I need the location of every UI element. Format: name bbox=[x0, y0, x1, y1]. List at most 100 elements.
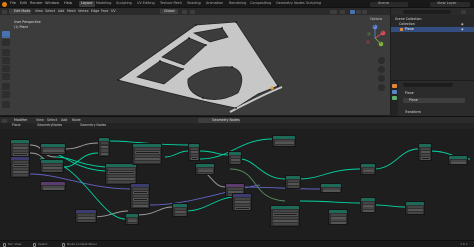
node-socket-row[interactable] bbox=[234, 201, 250, 204]
camera-view-icon[interactable] bbox=[378, 75, 385, 82]
tab-geometry-nodes[interactable]: Geometry Nodes bbox=[276, 1, 305, 5]
node[interactable] bbox=[448, 155, 468, 165]
shading-material-icon[interactable] bbox=[356, 9, 361, 14]
node-socket-row[interactable] bbox=[190, 157, 198, 160]
node-socket-row[interactable] bbox=[234, 207, 250, 210]
tab-data-icon[interactable] bbox=[392, 96, 397, 100]
filter-icon[interactable] bbox=[461, 9, 466, 14]
node-socket-row[interactable] bbox=[362, 170, 374, 173]
tab-compositing[interactable]: Compositing bbox=[250, 1, 271, 5]
tab-sculpting[interactable]: Sculpting bbox=[116, 1, 132, 5]
editor-type-icon[interactable] bbox=[2, 118, 7, 123]
menu-add[interactable]: Add bbox=[58, 9, 64, 13]
node-header[interactable] bbox=[226, 184, 244, 187]
menu-render[interactable]: Render bbox=[30, 1, 43, 6]
node-header[interactable] bbox=[11, 140, 29, 143]
node-header[interactable] bbox=[131, 184, 149, 187]
node-header[interactable] bbox=[419, 144, 431, 147]
node[interactable] bbox=[360, 163, 376, 175]
node-socket-row[interactable] bbox=[100, 145, 108, 149]
node-socket-row[interactable] bbox=[100, 152, 108, 156]
node-socket-row[interactable] bbox=[127, 220, 137, 223]
menu-view[interactable]: View bbox=[35, 9, 43, 13]
node[interactable] bbox=[10, 156, 30, 178]
node[interactable] bbox=[188, 143, 200, 161]
node-socket-row[interactable] bbox=[362, 210, 374, 212]
node-header[interactable] bbox=[41, 144, 65, 147]
node[interactable] bbox=[270, 205, 300, 227]
node-header[interactable] bbox=[406, 202, 424, 205]
node-socket-row[interactable] bbox=[134, 151, 160, 154]
node[interactable] bbox=[272, 135, 296, 147]
node[interactable] bbox=[195, 163, 215, 175]
node-header[interactable] bbox=[229, 152, 241, 155]
node-socket-row[interactable] bbox=[132, 191, 148, 194]
node-canvas[interactable] bbox=[0, 129, 474, 240]
tab-modeling[interactable]: Modeling bbox=[96, 1, 111, 5]
node-header[interactable] bbox=[361, 164, 375, 167]
node[interactable] bbox=[98, 137, 110, 157]
node-socket-row[interactable] bbox=[134, 157, 160, 161]
node-socket-row[interactable] bbox=[132, 204, 148, 208]
node-socket-row[interactable] bbox=[420, 151, 430, 154]
node-header[interactable] bbox=[329, 210, 347, 213]
pan-view-icon[interactable] bbox=[378, 66, 385, 73]
node[interactable] bbox=[40, 159, 64, 173]
node-socket-row[interactable] bbox=[42, 188, 64, 191]
node-socket-row[interactable] bbox=[322, 190, 340, 193]
tab-modifier-icon[interactable] bbox=[392, 90, 397, 94]
menu-select[interactable]: Select bbox=[45, 9, 55, 13]
node[interactable] bbox=[360, 197, 376, 213]
tab-rendering[interactable]: Rendering bbox=[229, 1, 246, 5]
node[interactable] bbox=[75, 209, 97, 223]
node-header[interactable] bbox=[196, 164, 214, 167]
node-header[interactable] bbox=[173, 204, 187, 207]
node-socket-row[interactable] bbox=[197, 170, 213, 173]
node-header[interactable] bbox=[99, 138, 109, 141]
editor-type-icon[interactable] bbox=[2, 9, 7, 14]
node-header[interactable] bbox=[41, 182, 65, 185]
node-socket-row[interactable] bbox=[450, 162, 466, 165]
node-socket-row[interactable] bbox=[330, 222, 346, 224]
node-header[interactable] bbox=[286, 176, 300, 179]
node-header[interactable] bbox=[41, 160, 63, 163]
node-header[interactable] bbox=[233, 194, 251, 197]
menu-add[interactable]: Add bbox=[61, 118, 67, 122]
blender-logo-icon[interactable] bbox=[2, 1, 7, 7]
proportional-edit-icon[interactable] bbox=[190, 9, 195, 14]
menu-edit[interactable]: Edit bbox=[20, 1, 27, 6]
tab-animation[interactable]: Animation bbox=[206, 1, 223, 5]
node-socket-row[interactable] bbox=[230, 158, 240, 161]
node-socket-row[interactable] bbox=[272, 213, 298, 216]
node[interactable] bbox=[405, 201, 425, 215]
node[interactable] bbox=[328, 209, 348, 225]
node-socket-row[interactable] bbox=[107, 171, 135, 174]
node-socket-row[interactable] bbox=[107, 177, 135, 181]
node-header[interactable] bbox=[273, 136, 295, 139]
tab-uv-editing[interactable]: UV Editing bbox=[137, 1, 155, 5]
3d-viewport[interactable]: Edit Mode View Select Add Mesh Vertex Ed… bbox=[0, 8, 390, 115]
outliner-item-collection[interactable]: Collection bbox=[399, 22, 415, 26]
node-socket-row[interactable] bbox=[190, 151, 198, 154]
perspective-toggle-icon[interactable] bbox=[378, 84, 385, 91]
menu-face[interactable]: Face bbox=[101, 9, 108, 13]
menu-edge[interactable]: Edge bbox=[91, 9, 99, 13]
node-header[interactable] bbox=[321, 184, 341, 187]
node-socket-row[interactable] bbox=[272, 219, 298, 223]
node[interactable] bbox=[40, 181, 66, 191]
node[interactable] bbox=[130, 183, 150, 209]
node-socket-row[interactable] bbox=[77, 216, 95, 219]
outliner-item-scene-collection[interactable]: Scene Collection bbox=[395, 17, 422, 21]
node-socket-row[interactable] bbox=[42, 166, 62, 169]
node[interactable] bbox=[285, 175, 301, 189]
tab-shading[interactable]: Shading bbox=[187, 1, 201, 5]
node[interactable] bbox=[125, 213, 139, 225]
shading-solid-icon[interactable] bbox=[350, 9, 355, 14]
menu-vertex[interactable]: Vertex bbox=[78, 9, 89, 13]
node-header[interactable] bbox=[361, 198, 375, 201]
visibility-eye-icon[interactable]: ◉ bbox=[461, 23, 464, 26]
tab-scripting[interactable]: Scripting bbox=[306, 1, 321, 5]
mesh-object[interactable] bbox=[0, 15, 390, 115]
node[interactable] bbox=[320, 183, 342, 193]
node[interactable] bbox=[232, 193, 252, 211]
